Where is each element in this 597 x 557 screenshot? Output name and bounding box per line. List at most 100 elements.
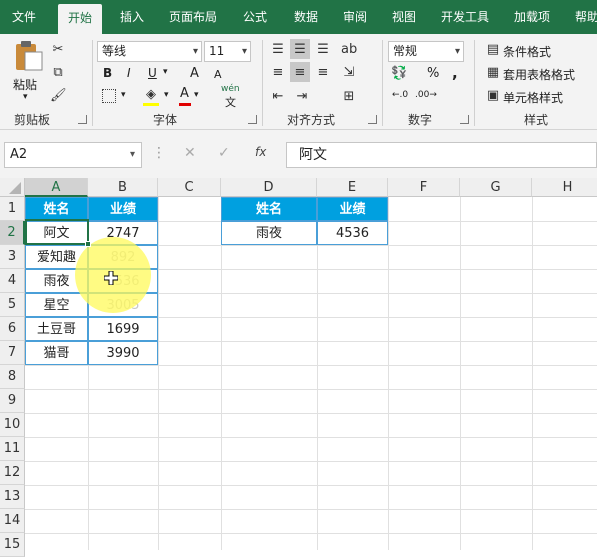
wrap-text-icon[interactable]: ⇲ [341,65,357,81]
fill-dropdown-icon[interactable]: ▾ [164,90,169,100]
column-header[interactable]: H [532,178,597,197]
paste-icon[interactable] [10,40,44,72]
row-header[interactable]: 5 [0,293,25,317]
table-cell-name[interactable]: 星空 [25,293,88,317]
tab-developer[interactable]: 开发工具 [441,0,489,34]
column-header[interactable]: G [460,178,532,197]
number-format-dropdown[interactable]: 常规 ▾ [388,41,464,62]
row-header[interactable]: 3 [0,245,25,269]
tab-page-layout[interactable]: 页面布局 [169,0,217,34]
tab-file[interactable]: 文件 [12,0,36,34]
phonetic-icon[interactable]: wén [221,84,240,94]
table-cell-score[interactable]: 3990 [88,341,158,365]
align-right-icon[interactable]: ≡ [315,65,331,81]
row-header[interactable]: 14 [0,509,25,533]
tab-formulas[interactable]: 公式 [243,0,267,34]
tab-help[interactable]: 帮助 [575,0,597,34]
font-size-dropdown[interactable]: 11 ▾ [204,41,251,62]
table-header-name[interactable]: 姓名 [25,197,88,221]
font-color-dropdown-icon[interactable]: ▾ [194,90,199,100]
row-header[interactable]: 2 [0,221,25,245]
lookup-cell-name[interactable]: 雨夜 [221,221,317,245]
row-header[interactable]: 15 [0,533,25,557]
row-header[interactable]: 1 [0,197,25,221]
row-header[interactable]: 9 [0,389,25,413]
column-header[interactable]: D [221,178,317,197]
percent-button[interactable]: % [427,66,439,81]
decrease-decimal-icon[interactable]: .00→ [415,90,437,100]
decrease-indent-icon[interactable]: ⇤ [270,89,286,105]
row-header[interactable]: 8 [0,365,25,389]
enter-check-icon[interactable]: ✓ [218,145,230,161]
tab-review[interactable]: 审阅 [343,0,367,34]
copy-icon[interactable]: ⧉ [50,65,66,81]
paste-dropdown-icon[interactable]: ▾ [23,92,28,102]
paste-label[interactable]: 粘贴 [13,76,37,93]
row-header[interactable]: 6 [0,317,25,341]
font-launcher-icon[interactable] [248,115,257,124]
conditional-format-icon[interactable]: ▤ [485,42,501,58]
lookup-header-score[interactable]: 业绩 [317,197,388,221]
fill-handle[interactable] [85,241,91,247]
bold-button[interactable]: B [103,66,112,80]
column-header[interactable]: E [317,178,388,197]
select-all-corner[interactable] [0,178,25,197]
align-middle-icon[interactable]: ☰ [292,42,308,58]
increase-indent-icon[interactable]: ⇥ [294,89,310,105]
tab-addins[interactable]: 加载项 [514,0,550,34]
format-painter-icon[interactable]: 🖌 [50,88,67,104]
name-box[interactable]: A2 ▾ [4,142,142,168]
column-header[interactable]: C [158,178,221,197]
formula-input[interactable]: 阿文 [286,142,597,168]
align-center-icon[interactable]: ≡ [292,65,308,81]
borders-icon[interactable] [102,89,116,103]
fill-color-icon[interactable]: ◈ [143,87,159,103]
table-cell-name[interactable]: 猫哥 [25,341,88,365]
column-header[interactable]: B [88,178,158,197]
tab-home[interactable]: 开始 [58,4,103,34]
table-header-score[interactable]: 业绩 [88,197,158,221]
row-header[interactable]: 10 [0,413,25,437]
lookup-cell-score[interactable]: 4536 [317,221,388,245]
alignment-launcher-icon[interactable] [368,115,377,124]
cell-styles-icon[interactable]: ▣ [485,88,501,104]
align-bottom-icon[interactable]: ☰ [315,42,331,58]
cancel-icon[interactable]: ✕ [184,145,196,161]
conditional-format-button[interactable]: 条件格式 [503,43,551,60]
format-as-table-button[interactable]: 套用表格格式 [503,66,575,83]
row-header[interactable]: 13 [0,485,25,509]
accounting-format-icon[interactable]: 💱 [391,66,407,82]
merge-center-icon[interactable]: ⊞ [341,89,357,105]
row-header[interactable]: 12 [0,461,25,485]
cut-icon[interactable]: ✂ [50,42,66,58]
borders-dropdown-icon[interactable]: ▾ [121,90,126,100]
insert-function-icon[interactable]: fx [255,145,266,159]
orientation-icon[interactable]: ab [341,42,357,58]
clipboard-launcher-icon[interactable] [78,115,87,124]
table-cell-score[interactable]: 1699 [88,317,158,341]
shrink-font-button[interactable]: A [214,68,222,81]
row-header[interactable]: 4 [0,269,25,293]
row-header[interactable]: 11 [0,437,25,461]
format-as-table-icon[interactable]: ▦ [485,65,501,81]
column-header[interactable]: F [388,178,460,197]
increase-decimal-icon[interactable]: ←.0 [392,90,408,100]
tab-insert[interactable]: 插入 [120,0,144,34]
lookup-header-name[interactable]: 姓名 [221,197,317,221]
worksheet-grid[interactable]: A B C D E F G H 1 2 3 4 5 6 7 8 9 10 11 … [0,178,597,557]
align-top-icon[interactable]: ☰ [270,42,286,58]
align-left-icon[interactable]: ≡ [270,65,286,81]
font-color-icon[interactable]: A [180,86,189,101]
number-launcher-icon[interactable] [460,115,469,124]
underline-button[interactable]: U [148,66,157,80]
cell-styles-button[interactable]: 单元格样式 [503,89,563,106]
column-header[interactable]: A [25,178,88,197]
tab-data[interactable]: 数据 [294,0,318,34]
row-header[interactable]: 7 [0,341,25,365]
table-cell-name[interactable]: 土豆哥 [25,317,88,341]
italic-button[interactable]: I [127,66,131,80]
comma-button[interactable]: , [452,64,458,82]
grow-font-button[interactable]: A [190,66,199,81]
font-name-dropdown[interactable]: 等线 ▾ [97,41,202,62]
tab-view[interactable]: 视图 [392,0,416,34]
